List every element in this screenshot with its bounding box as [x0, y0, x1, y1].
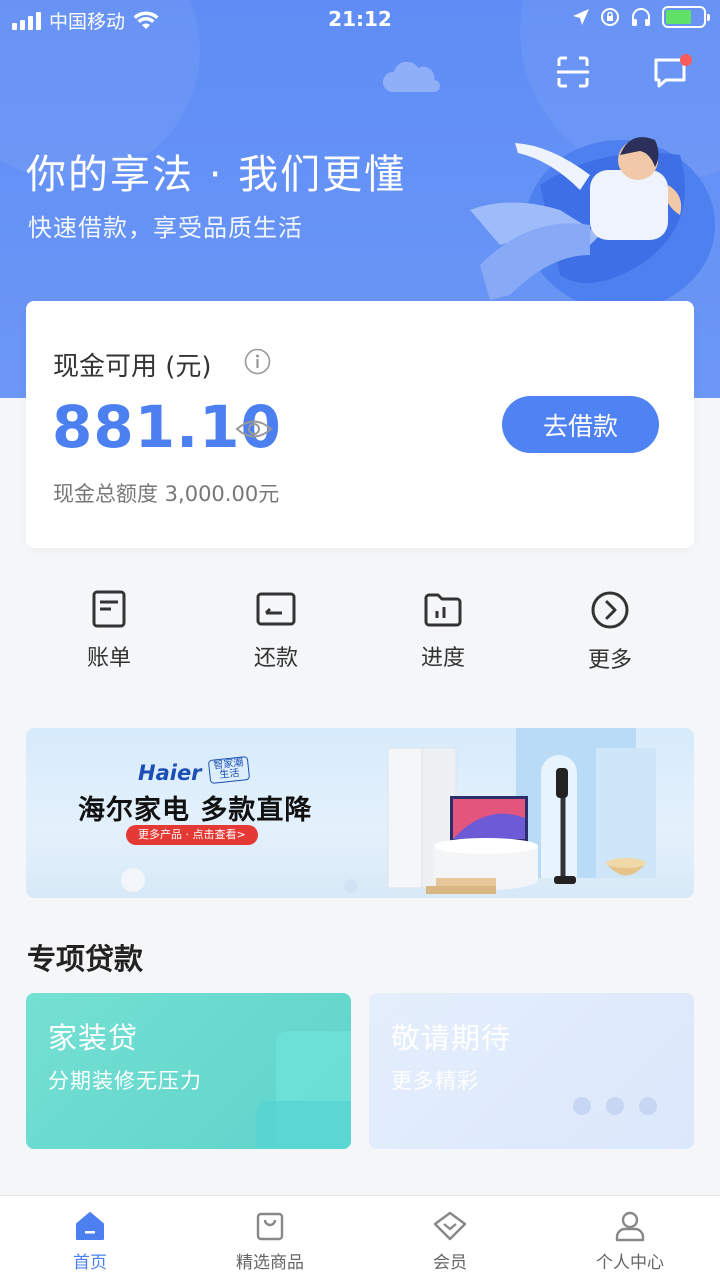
user-icon: [615, 1211, 645, 1242]
quick-action-label: 还款: [253, 646, 298, 671]
battery-icon: [662, 6, 710, 28]
scan-icon: [557, 56, 589, 88]
status-bar: 中国移动 21:12: [0, 0, 720, 40]
quick-action-label: 更多: [587, 648, 632, 673]
coming-soon-card: 敬请期待 更多精彩: [369, 993, 694, 1149]
borrow-button[interactable]: 去借款: [502, 396, 659, 453]
repay-icon: [256, 592, 296, 626]
tab-home[interactable]: 首页: [20, 1210, 160, 1273]
tab-label: 会员: [433, 1253, 467, 1273]
balance-card: 现金可用 (元) 881.10 现金总额度 3,000.00元 去借款: [26, 301, 694, 548]
loan-card-title: 家装贷: [48, 1021, 139, 1055]
haier-promo-banner[interactable]: Haier 智家潮生活 海尔家电 多款直降 更多产品 · 点击查看>: [26, 728, 694, 898]
tab-label: 首页: [73, 1253, 107, 1273]
scan-button[interactable]: [553, 52, 593, 92]
home-icon: [76, 1212, 104, 1240]
available-cash-label: 现金可用 (元): [53, 352, 212, 382]
eye-icon[interactable]: [235, 416, 273, 442]
tab-products[interactable]: 精选商品: [200, 1210, 340, 1273]
quick-action-bill[interactable]: 账单: [49, 590, 169, 672]
quick-actions: 账单 还款 进度 更多: [0, 590, 720, 680]
shop-bag-icon: [256, 1212, 284, 1241]
banner-cta[interactable]: 更多产品 · 点击查看>: [126, 825, 258, 845]
home-decor-loan-card[interactable]: 家装贷 分期装修无压力: [26, 993, 351, 1149]
pagination-dots: [573, 1097, 657, 1115]
hero-title: 你的享法 · 我们更懂: [26, 152, 407, 198]
quick-action-label: 账单: [86, 646, 131, 671]
hero-subtitle: 快速借款，享受品质生活: [28, 214, 303, 242]
decor-ball: [344, 879, 358, 893]
rotation-lock-icon: [601, 8, 619, 26]
appliance-scene-illustration: [387, 728, 656, 894]
headphones-icon: [632, 8, 650, 26]
tab-label: 个人中心: [596, 1253, 664, 1273]
notification-dot: [680, 54, 692, 66]
quick-action-progress[interactable]: 进度: [383, 590, 503, 672]
location-arrow-icon: [573, 9, 589, 25]
progress-icon: [424, 593, 462, 627]
message-button[interactable]: [650, 52, 692, 92]
haier-logo: Haier: [138, 761, 202, 785]
loan-card-subtitle: 分期装修无压力: [48, 1069, 202, 1093]
quick-action-label: 进度: [420, 646, 465, 671]
relaxing-person-illustration: [470, 137, 715, 310]
more-icon: [591, 591, 629, 629]
tab-member[interactable]: 会员: [380, 1210, 520, 1273]
member-tag-icon: [433, 1211, 467, 1241]
sofa-decor-illustration: [256, 1031, 351, 1149]
cloud-decor: [383, 62, 440, 92]
info-icon[interactable]: [244, 348, 271, 375]
loan-card-title: 敬请期待: [391, 1021, 512, 1055]
quick-action-more[interactable]: 更多: [550, 590, 670, 674]
loan-card-subtitle: 更多精彩: [391, 1069, 479, 1093]
quick-action-repay[interactable]: 还款: [216, 590, 336, 672]
tab-profile[interactable]: 个人中心: [560, 1210, 700, 1273]
bottom-tab-bar: 首页 精选商品 会员 个人中心: [0, 1195, 720, 1280]
tab-label: 精选商品: [236, 1253, 304, 1273]
total-credit-text: 现金总额度 3,000.00元: [53, 482, 280, 506]
banner-title: 海尔家电 多款直降: [78, 795, 313, 826]
special-loans-title: 专项贷款: [27, 942, 144, 976]
haier-slogan-tag: 智家潮生活: [207, 755, 251, 785]
bill-icon: [92, 590, 126, 628]
decor-ball: [121, 868, 145, 892]
